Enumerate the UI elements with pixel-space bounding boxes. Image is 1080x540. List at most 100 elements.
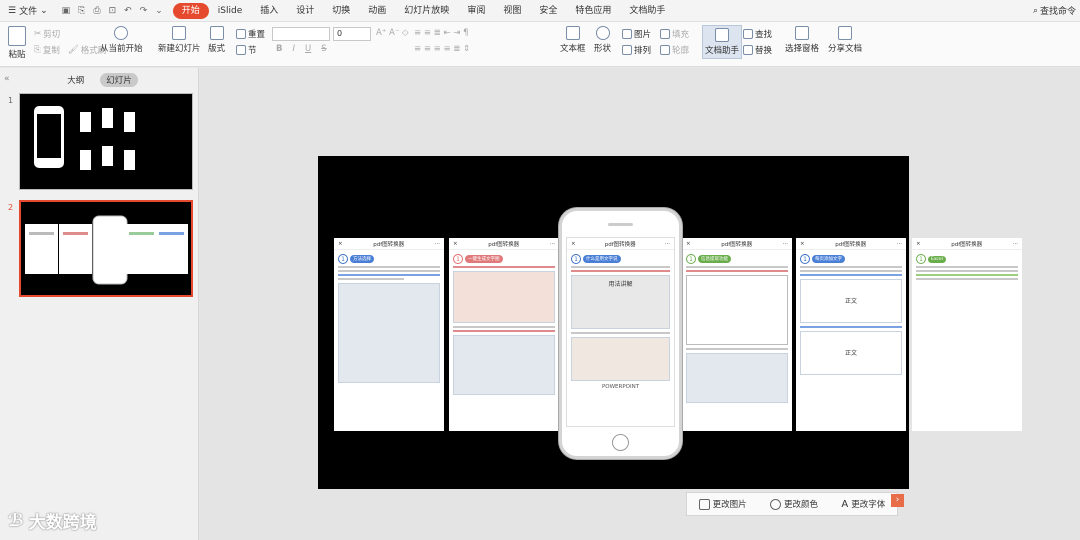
tab-insert[interactable]: 插入 <box>251 3 287 19</box>
screenshot-image <box>453 335 555 395</box>
step-label: 信息提取功能 <box>698 255 731 263</box>
more-icon[interactable]: ⌄ <box>155 6 163 16</box>
reset-button[interactable]: 重置 <box>236 28 265 40</box>
text-line <box>571 266 670 268</box>
change-picture-button[interactable]: 更改图片 <box>698 498 747 510</box>
card-title: pdf图转换器 <box>721 241 753 248</box>
step-label: Excel <box>928 255 946 263</box>
arrange-button[interactable]: 排列 <box>622 44 651 56</box>
shape-button[interactable]: 形状 <box>594 26 611 54</box>
font-grow-button[interactable]: A⁺ A⁻ ◇ <box>376 28 409 38</box>
layout-button[interactable]: 版式 <box>208 26 225 54</box>
powerpoint-label: POWERPOINT <box>601 384 640 390</box>
paste-button[interactable]: 粘贴 <box>8 26 26 60</box>
close-icon: × <box>571 240 576 247</box>
print-icon[interactable]: ⎙ <box>93 6 100 16</box>
replace-icon <box>743 45 753 55</box>
tab-review[interactable]: 审阅 <box>458 3 494 19</box>
text-line <box>571 332 670 334</box>
slide-editor[interactable]: × pdf图转换器 ··· 1 方法选择 × pdf图转换器 ··· 1 一键生… <box>318 156 1022 489</box>
phone-screenshot-card[interactable]: × pdf图转换器 ··· 1 每页添加文字 正文 正文 <box>796 238 906 431</box>
command-search[interactable]: ⌕ 查找命令 <box>1033 4 1076 18</box>
tab-security[interactable]: 安全 <box>530 3 566 19</box>
text-line <box>916 270 1018 272</box>
phone-screenshot-card[interactable]: × pdf图转换器 ··· 1 信息提取功能 <box>682 238 792 431</box>
phone-screenshot-card[interactable]: × pdf图转换器 ··· 1 一键生成文字图 <box>449 238 559 431</box>
font-family-select[interactable] <box>272 27 330 41</box>
close-icon: × <box>453 240 458 247</box>
underline-button[interactable]: U <box>305 44 311 54</box>
step-label: 一键生成文字图 <box>465 255 503 263</box>
play-icon <box>114 26 129 40</box>
slide-thumbnail-1[interactable] <box>19 93 193 190</box>
slide-thumbnail-2[interactable] <box>19 200 193 297</box>
tab-home[interactable]: 开始 <box>172 2 209 19</box>
copy-icon: ⎘ <box>34 45 41 55</box>
next-arrow-button[interactable]: › <box>891 494 904 507</box>
text-line <box>686 266 788 268</box>
preview-icon[interactable]: ⊡ <box>109 6 117 16</box>
card-title: pdf图转换器 <box>373 241 405 248</box>
tab-slideshow[interactable]: 幻灯片放映 <box>395 3 458 19</box>
bold-button[interactable]: B <box>276 44 282 54</box>
slide-number: 1 <box>8 96 14 105</box>
slide-canvas: × pdf图转换器 ··· 1 方法选择 × pdf图转换器 ··· 1 一键生… <box>200 68 1080 540</box>
find-icon <box>743 29 753 39</box>
redo-icon[interactable]: ↷ <box>140 6 148 16</box>
tab-transition[interactable]: 切换 <box>323 3 359 19</box>
step-badge: 1 什么是用文字说 <box>571 254 670 264</box>
tab-view[interactable]: 视图 <box>494 3 530 19</box>
undo-icon[interactable]: ↶ <box>124 6 132 16</box>
section-button[interactable]: 节 <box>236 44 257 56</box>
tab-animation[interactable]: 动画 <box>359 3 395 19</box>
select-pane-icon <box>795 26 809 40</box>
share-doc-button[interactable]: 分享文档 <box>828 26 862 54</box>
text-line <box>338 266 440 268</box>
cut-button[interactable]: ✂ 剪切 <box>34 28 60 40</box>
step-badge: 1 Excel <box>916 254 1018 264</box>
fill-button[interactable]: 填充 <box>660 28 689 40</box>
tab-outline[interactable]: 大纲 <box>61 73 90 87</box>
watermark-text: 大数跨境 <box>28 513 97 533</box>
picture-button[interactable]: 图片 <box>622 28 651 40</box>
layout-icon <box>209 26 224 40</box>
textbox-button[interactable]: 文本框 <box>560 26 586 54</box>
strikethrough-button[interactable]: S <box>321 44 326 54</box>
share-icon <box>838 26 852 40</box>
file-menu[interactable]: ☰ 文件 ⌄ <box>0 4 56 18</box>
text-line <box>338 278 404 280</box>
alignment-tools[interactable]: ≡ ≡ ≡ ≡ ≣ ⇕ <box>414 44 470 54</box>
font-size-select[interactable]: 0 <box>333 27 371 41</box>
tab-doc-assistant[interactable]: 文档助手 <box>620 3 674 19</box>
card-header: × pdf图转换器 ··· <box>796 238 906 250</box>
italic-button[interactable]: I <box>292 44 295 54</box>
step-badge: 1 信息提取功能 <box>686 254 788 264</box>
outline-button[interactable]: 轮廓 <box>660 44 689 56</box>
copy-button[interactable]: ⎘ 复制 <box>34 44 60 56</box>
phone-screenshot-card[interactable]: × pdf图转换器 ··· 1 Excel <box>912 238 1022 431</box>
new-slide-button[interactable]: 新建幻灯片 <box>158 26 201 54</box>
usage-guide-image: 用法讲解 <box>571 275 670 329</box>
paragraph-tools[interactable]: ≡ ≡ ≣ ⇤ ⇥ ¶ <box>414 28 469 38</box>
export-icon[interactable]: ⎘ <box>78 6 85 16</box>
more-icon: ··· <box>549 240 555 247</box>
step-number: 1 <box>338 254 348 264</box>
replace-button[interactable]: 替换 <box>743 44 772 56</box>
phone-mockup[interactable]: × pdf图转换器 ··· 1 什么是用文字说 用法讲解 POWERPOINT <box>559 208 682 459</box>
change-font-button[interactable]: A 更改字体 <box>841 498 885 511</box>
tab-slides[interactable]: 幻灯片 <box>100 73 138 87</box>
from-current-button[interactable]: 从当前开始 <box>100 26 143 54</box>
find-button[interactable]: 查找 <box>743 28 772 40</box>
select-pane-button[interactable]: 选择窗格 <box>785 26 819 54</box>
new-slide-icon <box>172 26 187 40</box>
change-color-button[interactable]: 更改颜色 <box>770 498 818 510</box>
tab-islide[interactable]: iSlide <box>209 3 251 19</box>
step-number: 1 <box>916 254 926 264</box>
save-icon[interactable]: ▣ <box>62 6 71 16</box>
phone-screenshot-card[interactable]: × pdf图转换器 ··· 1 方法选择 <box>334 238 444 431</box>
screenshot-image <box>571 337 670 381</box>
tab-features[interactable]: 特色应用 <box>566 3 620 19</box>
tab-design[interactable]: 设计 <box>287 3 323 19</box>
doc-assistant-button[interactable]: 文档助手 <box>702 25 743 59</box>
close-icon: × <box>916 240 921 247</box>
